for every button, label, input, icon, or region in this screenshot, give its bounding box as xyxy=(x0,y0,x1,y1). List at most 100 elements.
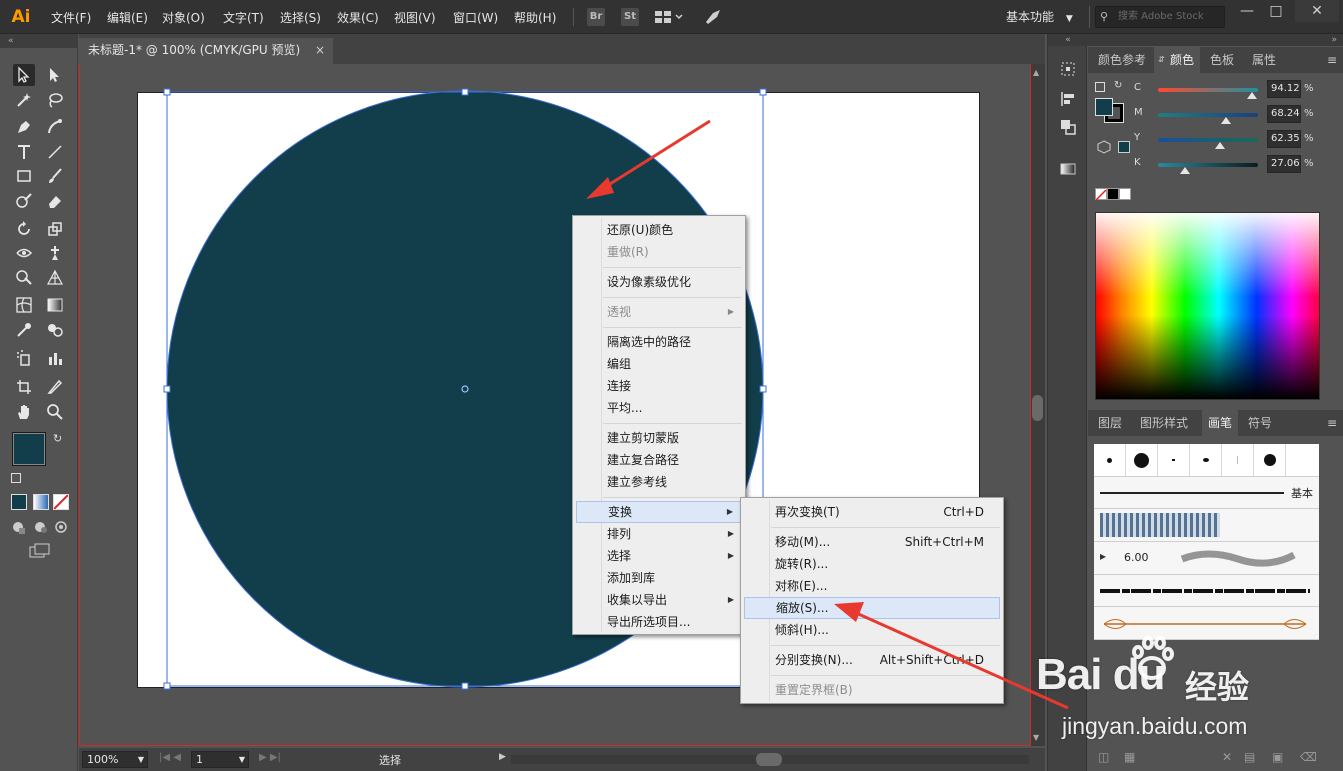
tab-graphic-styles[interactable]: 图形样式 xyxy=(1134,410,1194,436)
menu-export-selected[interactable]: 导出所选项目... xyxy=(576,611,742,633)
default-colors-icon[interactable] xyxy=(11,473,21,483)
menu-reflect[interactable]: 对称(E)... xyxy=(744,575,1000,597)
transform-panel-icon[interactable] xyxy=(1059,60,1077,78)
scroll-up-icon[interactable]: ▲ xyxy=(1033,68,1039,77)
menu-object[interactable]: 对象(O) xyxy=(162,9,205,27)
gradient-mode-icon[interactable] xyxy=(33,494,49,510)
white-swatch[interactable] xyxy=(1119,188,1131,200)
none-swatch[interactable] xyxy=(1095,188,1107,201)
tab-color-guide[interactable]: 颜色参考 xyxy=(1092,47,1152,73)
eyedropper-tool-icon[interactable] xyxy=(13,319,35,341)
tab-layers[interactable]: 图层 xyxy=(1092,410,1128,436)
perspective-grid-tool-icon[interactable] xyxy=(44,266,66,288)
channel-value-input[interactable]: 68.24 xyxy=(1267,105,1301,123)
column-graph-tool-icon[interactable] xyxy=(44,347,66,369)
menu-isolate-path[interactable]: 隔离选中的路径 xyxy=(576,331,742,353)
swap-fill-stroke-icon[interactable]: ↻ xyxy=(53,432,67,446)
tab-properties[interactable]: 属性 xyxy=(1246,47,1282,73)
puppet-warp-tool-icon[interactable] xyxy=(44,242,66,264)
lasso-tool-icon[interactable] xyxy=(44,89,66,111)
handle[interactable] xyxy=(163,682,171,690)
new-brush-icon[interactable]: ▣ xyxy=(1272,750,1283,764)
slider-track[interactable] xyxy=(1158,163,1258,167)
out-of-gamut-icon[interactable] xyxy=(1097,140,1111,154)
paintbrush-tool-icon[interactable] xyxy=(44,165,66,187)
horizontal-scrollbar[interactable] xyxy=(511,753,1029,766)
menu-clipping-mask[interactable]: 建立剪切蒙版 xyxy=(576,427,742,449)
close-button[interactable]: ✕ xyxy=(1295,0,1339,22)
hand-tool-icon[interactable] xyxy=(13,401,35,423)
curvature-tool-icon[interactable] xyxy=(44,116,66,138)
zoom-tool-icon[interactable] xyxy=(44,401,66,423)
width-tool-icon[interactable] xyxy=(13,242,35,264)
menu-effect[interactable]: 效果(C) xyxy=(337,9,379,27)
handle[interactable] xyxy=(461,88,469,96)
toolbox-header[interactable]: « xyxy=(0,34,78,48)
draw-inside-icon[interactable] xyxy=(53,519,69,535)
color-mode-icon[interactable] xyxy=(11,494,27,510)
magic-wand-tool-icon[interactable] xyxy=(13,89,35,111)
menu-move[interactable]: 移动(M)... Shift+Ctrl+M xyxy=(744,531,1000,553)
menu-select[interactable]: 选择(S) xyxy=(280,9,321,27)
slider-track[interactable] xyxy=(1158,138,1258,142)
menu-select[interactable]: 选择 ▶ xyxy=(576,545,742,567)
menu-file[interactable]: 文件(F) xyxy=(51,9,91,27)
cmyk-channel-k[interactable]: K 27.06 % xyxy=(1134,155,1334,175)
pathfinder-panel-icon[interactable] xyxy=(1059,118,1077,136)
brush-pattern[interactable] xyxy=(1094,509,1319,542)
workspace-switcher[interactable]: 基本功能 ▼ xyxy=(998,5,1078,29)
screen-mode-icon[interactable] xyxy=(29,543,51,559)
tab-swatches[interactable]: 色板 xyxy=(1204,47,1240,73)
menu-group[interactable]: 编组 xyxy=(576,353,742,375)
brush-options-dialog-icon[interactable]: ▤ xyxy=(1244,750,1255,764)
fill-swatch[interactable] xyxy=(12,432,46,466)
remove-stroke-icon[interactable]: ✕ xyxy=(1222,750,1232,764)
menu-join[interactable]: 连接 xyxy=(576,375,742,397)
collapse-panels-icon[interactable]: » xyxy=(1088,34,1343,46)
handle[interactable] xyxy=(163,385,171,393)
none-mode-icon[interactable] xyxy=(53,494,69,510)
panel-menu-icon[interactable]: ≡ xyxy=(1327,410,1337,436)
brush-charcoal[interactable]: ▸ 6.00 xyxy=(1094,542,1319,575)
menu-undo[interactable]: 还原(U)颜色 xyxy=(576,219,742,241)
menu-type[interactable]: 文字(T) xyxy=(223,9,264,27)
stock-button[interactable]: St xyxy=(621,8,639,26)
artboard-number-field[interactable]: 1 ▼ xyxy=(191,751,249,768)
panel-menu-icon[interactable]: ≡ xyxy=(1327,47,1337,73)
line-tool-icon[interactable] xyxy=(44,141,66,163)
cmyk-channel-y[interactable]: Y 62.35 % xyxy=(1134,130,1334,150)
menu-rotate[interactable]: 旋转(R)... xyxy=(744,553,1000,575)
menu-collect-export[interactable]: 收集以导出 ▶ xyxy=(576,589,742,611)
vertical-scroll-thumb[interactable] xyxy=(1032,395,1043,421)
brush-dot-large[interactable] xyxy=(1126,444,1158,476)
rectangle-tool-icon[interactable] xyxy=(13,165,35,187)
zoom-field[interactable]: 100% ▼ xyxy=(82,751,148,768)
channel-value-input[interactable]: 94.12 xyxy=(1267,80,1301,98)
delete-brush-icon[interactable]: ⌫ xyxy=(1300,750,1317,764)
handle[interactable] xyxy=(759,385,767,393)
gpu-performance-icon[interactable] xyxy=(704,8,722,26)
eraser-tool-icon[interactable] xyxy=(44,190,66,212)
web-safe-color-swatch[interactable] xyxy=(1118,141,1130,153)
tab-symbols[interactable]: 符号 xyxy=(1242,410,1278,436)
slider-thumb[interactable] xyxy=(1180,167,1191,174)
gradient-tool-icon[interactable] xyxy=(44,294,66,316)
menu-pixel-optimize[interactable]: 设为像素级优化 xyxy=(576,271,742,293)
collapse-strip-icon[interactable]: « xyxy=(1048,34,1088,46)
stock-search-input[interactable]: ⚲ 搜索 Adobe Stock xyxy=(1095,6,1225,28)
status-menu-icon[interactable]: ▶ xyxy=(499,752,506,762)
maximize-button[interactable]: □ xyxy=(1261,0,1291,22)
slider-track[interactable] xyxy=(1158,113,1258,117)
slider-thumb[interactable] xyxy=(1221,117,1232,124)
next-artboard-icon[interactable]: ▶ ▶| xyxy=(259,752,281,763)
artboard-tool-icon[interactable] xyxy=(13,376,35,398)
menu-help[interactable]: 帮助(H) xyxy=(514,9,556,27)
rotate-tool-icon[interactable] xyxy=(13,218,35,240)
align-panel-icon[interactable] xyxy=(1059,90,1077,108)
scale-tool-icon[interactable] xyxy=(44,218,66,240)
close-tab-icon[interactable]: × xyxy=(315,38,325,62)
color-spectrum[interactable] xyxy=(1095,212,1320,400)
brush-rough[interactable] xyxy=(1094,575,1319,607)
horizontal-scroll-thumb[interactable] xyxy=(756,753,782,766)
handle[interactable] xyxy=(163,88,171,96)
